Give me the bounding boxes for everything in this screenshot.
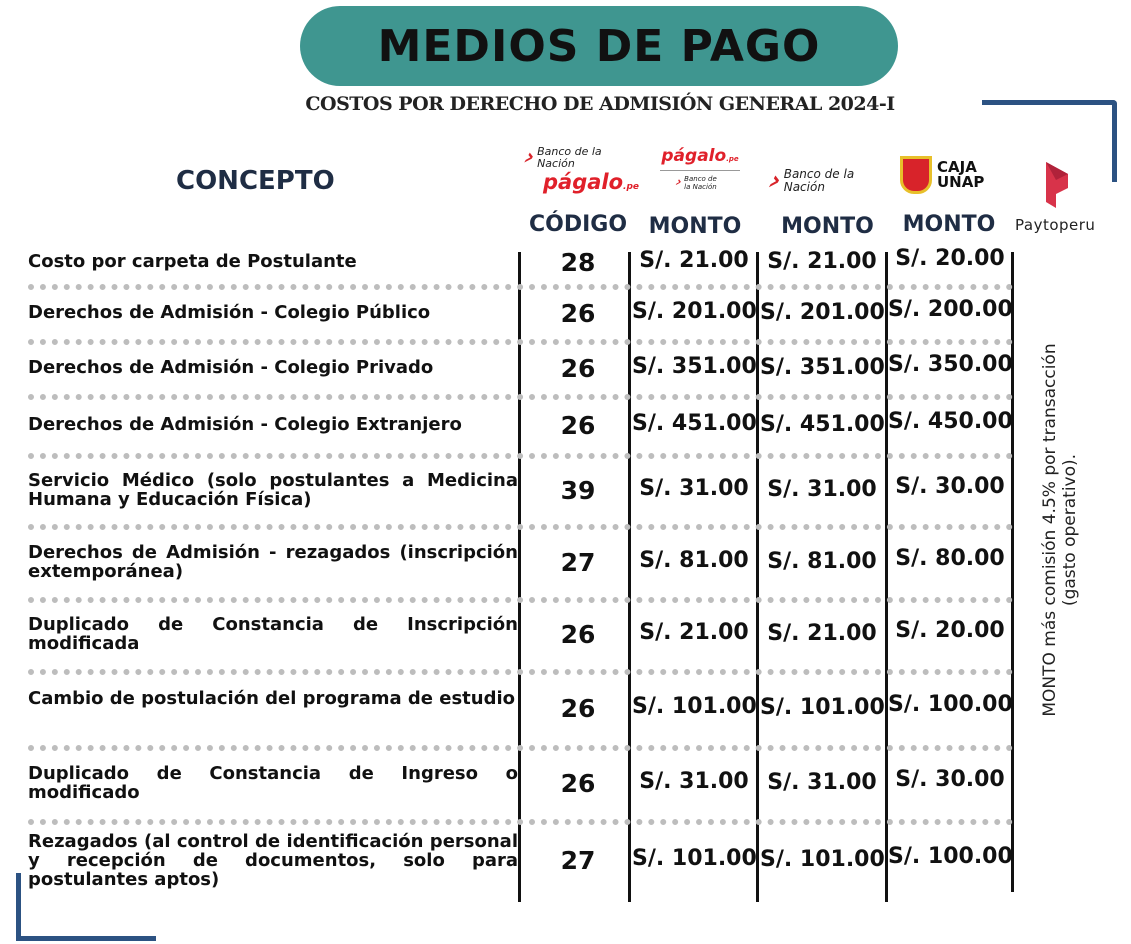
banco-nacion-logo: › Banco de la Nación [764,165,866,196]
amount-banco-cell: S/. 21.00 [767,248,877,274]
amount-pagalo-cell: S/. 201.00 [632,298,757,324]
logo-text: .pe [623,182,640,192]
amount-pagalo-cell: S/. 351.00 [632,353,757,379]
banco-nacion-icon: › [520,145,539,170]
row-separator [28,394,1013,400]
concept-cell: Rezagados (al control de identificación … [28,830,518,890]
row-separator [28,453,1013,459]
amount-caja-cell: S/. 20.00 [895,245,1005,271]
amount-pagalo-cell: S/. 31.00 [639,475,749,501]
amount-caja-cell: S/. 200.00 [888,296,1013,322]
unap-shield-icon [900,156,932,194]
pagalo-logo: págalo.pe [525,170,639,194]
amount-banco-cell: S/. 101.00 [760,847,885,872]
banco-pagalo-logo: › Banco de la Nación págalo.pe [520,145,639,194]
concept-cell: Duplicado de Constancia de Inscripción m… [28,614,518,654]
amount-caja-cell: S/. 450.00 [888,408,1013,434]
amount-pagalo-cell: S/. 101.00 [632,694,757,719]
amount-banco-cell: S/. 351.00 [760,354,885,380]
column-divider [1011,252,1014,892]
logo-text: Banco de la Nación [783,167,855,194]
column-divider [628,252,631,902]
logo-text: págalo [543,170,624,194]
amount-pagalo-cell: S/. 81.00 [639,547,749,573]
title-banner: MEDIOS DE PAGO [300,6,898,86]
monto-header-caja: MONTO [902,212,996,237]
column-divider [885,252,888,902]
row-separator [28,669,1013,675]
code-cell: 27 [560,547,596,577]
amount-banco-cell: S/. 451.00 [760,411,885,437]
code-cell: 26 [560,298,596,328]
amount-pagalo-cell: S/. 21.00 [639,620,749,645]
code-cell: 27 [560,846,596,875]
logo-text: Banco de la Nación [537,145,602,170]
concept-header: CONCEPTO [176,166,335,196]
amount-caja-cell: S/. 350.00 [888,351,1013,377]
caja-unap-logo: CAJA UNAP [900,156,987,194]
row-separator [28,819,1013,825]
amount-pagalo-cell: S/. 101.00 [632,846,757,871]
row-separator [28,524,1013,530]
monto-header-pagalo: MONTO [648,214,742,239]
row-separator [28,597,1013,603]
concept-cell: Costo por carpeta de Postulante [28,251,357,272]
code-cell: 26 [560,353,596,383]
concept-cell: Cambio de postulación del programa de es… [28,688,516,709]
amount-caja-cell: S/. 100.00 [888,844,1013,869]
paytoperu-icon [1042,162,1072,208]
commission-note: MONTO más comisión 4.5% por transacción … [1040,343,1080,717]
code-header: CÓDIGO [528,212,628,237]
logo-text: .pe [726,155,739,163]
amount-banco-cell: S/. 21.00 [767,621,877,646]
code-cell: 26 [560,410,596,440]
monto-header-banco: MONTO [781,214,874,239]
code-cell: 28 [560,247,596,277]
concept-cell: Derechos de Admisión - Colegio Privado [28,357,434,378]
row-separator [28,284,1013,290]
row-separator [28,339,1013,345]
amount-pagalo-cell: S/. 21.00 [639,247,749,273]
concept-cell: Derechos de Admisión - rezagados (inscri… [28,541,518,582]
page-title: MEDIOS DE PAGO [377,20,821,72]
paytoperu-label: Paytoperu [1015,216,1096,234]
logo-text: Banco de la Nación [684,175,717,191]
amount-banco-cell: S/. 201.00 [760,299,885,325]
logo-text: págalo [661,146,727,166]
amount-caja-cell: S/. 30.00 [895,767,1005,792]
amount-banco-cell: S/. 101.00 [760,695,885,720]
pagalo-banco-logo: págalo.pe › Banco de la Nación [660,146,740,191]
amount-banco-cell: S/. 31.00 [767,476,877,502]
row-separator [28,745,1013,751]
banco-nacion-icon: › [673,175,685,190]
concept-cell: Duplicado de Constancia de Ingreso o mod… [28,763,518,803]
concept-cell: Servicio Médico (solo postulantes a Medi… [28,469,518,510]
page-subtitle: COSTOS POR DERECHO DE ADMISIÓN GENERAL 2… [305,93,895,115]
amount-pagalo-cell: S/. 451.00 [632,410,757,436]
logo-text: CAJA UNAP [937,158,985,191]
concept-cell: Derechos de Admisión - Colegio Público [28,302,431,323]
column-divider [518,252,521,902]
amount-caja-cell: S/. 100.00 [888,692,1013,717]
amount-banco-cell: S/. 81.00 [767,548,877,574]
code-cell: 26 [560,694,596,723]
amount-caja-cell: S/. 20.00 [895,618,1005,643]
code-cell: 26 [560,620,596,649]
code-cell: 39 [560,475,596,505]
column-divider [756,252,759,902]
concept-cell: Derechos de Admisión - Colegio Extranjer… [28,414,462,435]
banco-nacion-icon: › [764,165,787,196]
amount-caja-cell: S/. 30.00 [895,473,1005,499]
amount-pagalo-cell: S/. 31.00 [639,769,749,794]
amount-caja-cell: S/. 80.00 [895,545,1005,571]
amount-banco-cell: S/. 31.00 [767,770,877,795]
code-cell: 26 [560,769,596,798]
